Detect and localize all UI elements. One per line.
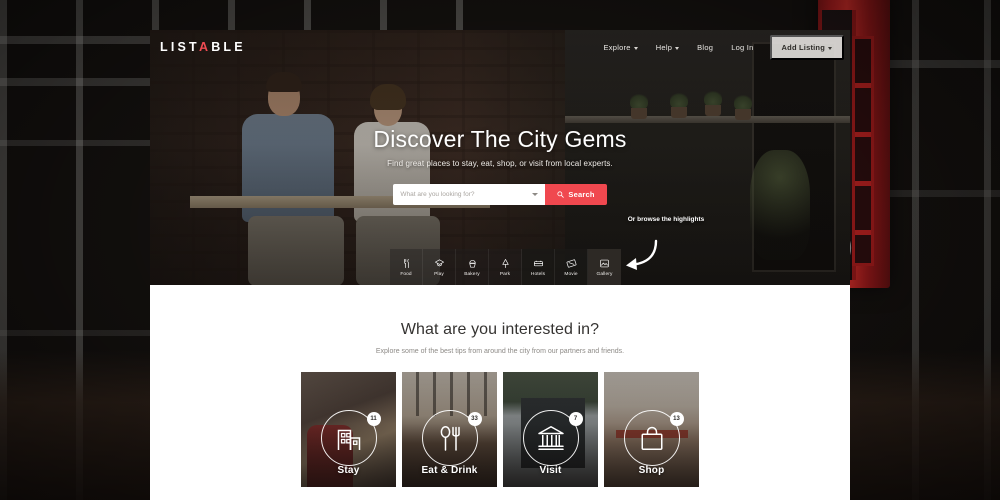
film-icon	[566, 258, 576, 268]
handbag-icon	[641, 426, 662, 450]
browse-highlights-note: Or browse the highlights	[627, 216, 705, 223]
category-gallery[interactable]: Gallery	[588, 249, 621, 285]
nav-item-explore[interactable]: Explore	[595, 37, 647, 58]
nav-item-login-label: Log In	[731, 42, 754, 52]
card-label: Visit	[539, 465, 562, 476]
hero-content: Discover The City Gems Find great places…	[150, 30, 850, 285]
picture-icon	[600, 259, 609, 267]
search-button[interactable]: Search	[545, 184, 607, 206]
search-input-wrapper[interactable]	[393, 184, 546, 206]
hero-section: LISTABLE Explore Help Blog Log In Add Li…	[150, 30, 850, 285]
chevron-down-icon	[828, 46, 832, 50]
page-title: Discover The City Gems	[373, 126, 627, 152]
card-stay[interactable]: 11 Stay	[301, 372, 396, 487]
website-viewport: LISTABLE Explore Help Blog Log In Add Li…	[150, 30, 850, 500]
site-logo[interactable]: LISTABLE	[160, 40, 246, 54]
chevron-down-icon	[633, 46, 638, 50]
add-listing-button[interactable]: Add Listing	[769, 34, 844, 60]
category-play-label: Play	[434, 271, 444, 277]
category-cards: 11 Stay 33 Eat & Drink 7 Visit 13 Shop	[150, 372, 850, 487]
card-icon-ring: 7	[522, 410, 583, 466]
chevron-down-icon	[675, 46, 680, 50]
category-bakery-label: Bakery	[464, 271, 480, 277]
nav-item-help[interactable]: Help	[647, 37, 688, 58]
page-bottom	[150, 496, 850, 500]
category-hotels-label: Hotels	[530, 271, 546, 277]
category-bakery[interactable]: Bakery	[456, 249, 489, 285]
category-park-label: Park	[499, 271, 511, 277]
search-icon	[557, 191, 565, 199]
add-listing-label: Add Listing	[781, 42, 825, 52]
nav-links: Explore Help Blog Log In Add Listing	[595, 34, 844, 60]
logo-accent-letter: A	[198, 40, 212, 54]
museum-icon	[537, 426, 564, 450]
top-navigation: LISTABLE Explore Help Blog Log In Add Li…	[150, 30, 850, 64]
interest-section: What are you interested in? Explore some…	[150, 285, 850, 500]
category-gallery-label: Gallery	[596, 271, 613, 277]
category-park[interactable]: Park	[489, 249, 522, 285]
fork-knife-icon	[403, 258, 409, 268]
card-label: Stay	[337, 465, 360, 476]
logo-text-post: BLE	[211, 40, 246, 54]
nav-item-blog[interactable]: Blog	[688, 37, 722, 58]
bed-icon	[533, 260, 543, 266]
category-play[interactable]: Play	[423, 249, 456, 285]
curved-arrow-icon	[626, 239, 658, 270]
chevron-down-icon[interactable]	[532, 193, 539, 197]
card-label: Shop	[638, 465, 665, 476]
search-button-label: Search	[568, 190, 595, 200]
card-count-badge: 7	[568, 412, 583, 426]
category-food[interactable]: Food	[390, 249, 423, 285]
category-strip: Food Play Bakery Park Hotels Movie Galle…	[390, 249, 621, 285]
section-title: What are you interested in?	[400, 321, 600, 338]
spoon-fork-icon	[440, 426, 460, 451]
nav-item-help-label: Help	[655, 42, 673, 52]
card-count-badge: 11	[366, 412, 381, 426]
category-movie[interactable]: Movie	[555, 249, 588, 285]
card-icon-ring: 13	[623, 410, 684, 466]
category-movie-label: Movie	[564, 271, 578, 277]
card-icon-ring: 11	[320, 410, 381, 466]
building-icon	[337, 429, 360, 450]
search-bar: Search	[393, 184, 607, 206]
cupcake-icon	[468, 259, 476, 268]
card-visit[interactable]: 7 Visit	[503, 372, 598, 487]
tree-icon	[501, 258, 509, 268]
card-count-badge: 13	[669, 412, 684, 426]
nav-item-login[interactable]: Log In	[722, 37, 762, 58]
hero-subtitle: Find great places to stay, eat, shop, or…	[387, 159, 613, 169]
card-eat-and-drink[interactable]: 33 Eat & Drink	[402, 372, 497, 487]
ticket-icon	[434, 258, 444, 266]
search-input[interactable]	[400, 191, 533, 199]
card-shop[interactable]: 13 Shop	[604, 372, 699, 487]
logo-text-pre: LIST	[160, 40, 199, 54]
nav-item-explore-label: Explore	[603, 42, 631, 52]
card-label: Eat & Drink	[421, 465, 478, 476]
category-hotels[interactable]: Hotels	[522, 249, 555, 285]
card-count-badge: 33	[467, 412, 482, 426]
category-food-label: Food	[400, 271, 412, 277]
card-icon-ring: 33	[421, 410, 482, 466]
section-subtitle: Explore some of the best tips from aroun…	[375, 348, 625, 355]
nav-item-blog-label: Blog	[697, 42, 714, 52]
